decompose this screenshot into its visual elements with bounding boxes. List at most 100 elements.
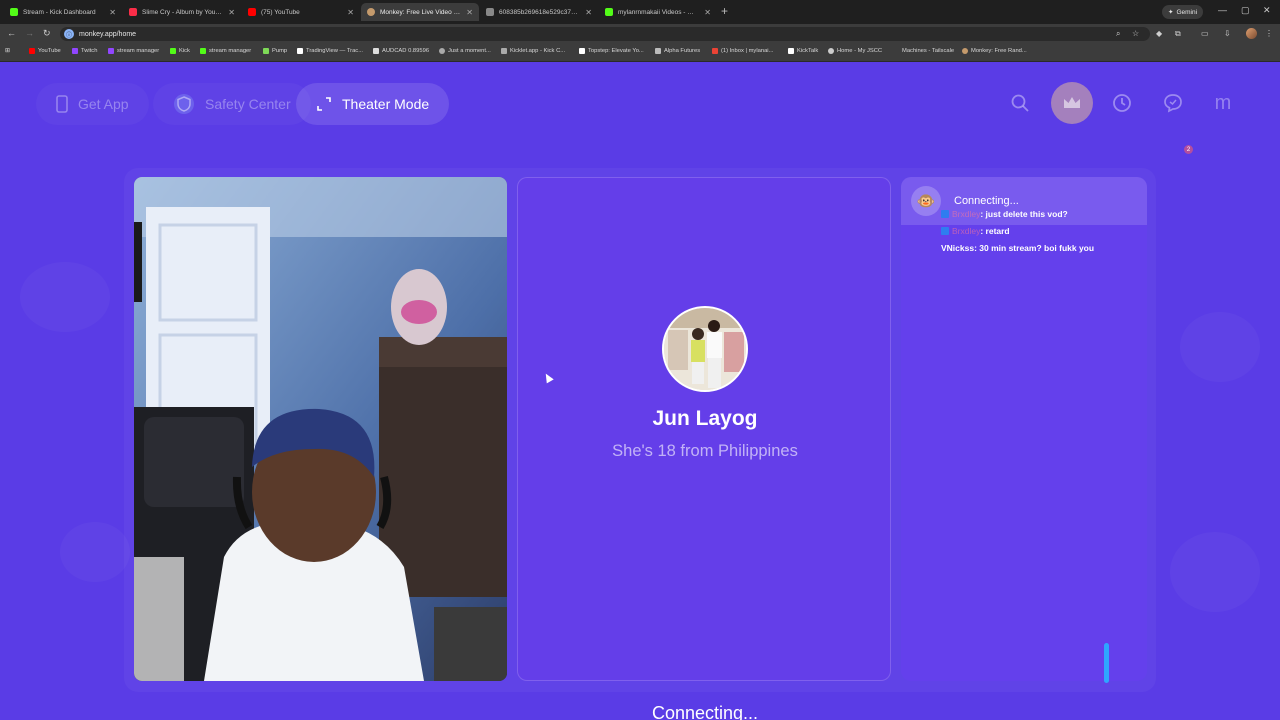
shield-icon: [173, 93, 195, 115]
bookmark-item[interactable]: TradingView — Trac...: [297, 48, 363, 54]
connection-status: Connecting...: [651, 703, 759, 720]
partner-photo-image: [664, 308, 746, 390]
bookmark-item[interactable]: Alpha Futures: [655, 48, 700, 54]
monkey-avatar-icon: 🐵: [911, 186, 941, 216]
chat-scrollbar[interactable]: [1104, 643, 1109, 683]
background-blob: [20, 262, 110, 332]
monkey-icon: [962, 48, 968, 54]
close-tab-icon[interactable]: ✕: [347, 8, 354, 17]
downloads-icon[interactable]: ⇩: [1224, 29, 1231, 38]
bookmark-item[interactable]: Machines - Tailscale: [902, 48, 954, 54]
forward-arrow-icon[interactable]: →: [25, 28, 34, 38]
twitch-icon: [72, 48, 78, 54]
chat-message: Brxdley : retard: [941, 226, 1010, 236]
youtube-icon: [29, 48, 35, 54]
kicklet-icon: [501, 48, 507, 54]
bookmark-item[interactable]: Home - My JSCC: [828, 48, 882, 54]
browser-tab-strip: Stream - Kick Dashboard ✕ Slime Cry - Al…: [0, 0, 1280, 24]
bookmark-item[interactable]: Kicklet.app - Kick C...: [501, 48, 565, 54]
kick-badge-icon: [941, 227, 949, 235]
extensions-puzzle-icon[interactable]: ⧉: [1175, 29, 1181, 39]
vip-button[interactable]: [1051, 82, 1093, 124]
url-text[interactable]: monkey.app/home: [79, 31, 136, 38]
bookmark-item[interactable]: Topstep: Elevate Yo...: [579, 48, 644, 54]
address-bar[interactable]: ⓘ monkey.app/home: [60, 27, 1150, 41]
gemini-button[interactable]: ✦ Gemini: [1162, 5, 1204, 19]
bookmark-item[interactable]: Twitch: [72, 48, 97, 54]
safety-center-button[interactable]: Safety Center: [153, 83, 311, 125]
close-tab-icon[interactable]: ✕: [466, 8, 473, 17]
maximize-window-icon[interactable]: ▢: [1241, 5, 1250, 16]
bookmark-item[interactable]: YouTube: [29, 48, 61, 54]
tab-title: Stream - Kick Dashboard: [23, 8, 96, 16]
close-tab-icon[interactable]: ✕: [109, 8, 116, 17]
globe-icon: [439, 48, 445, 54]
close-tab-icon[interactable]: ✕: [704, 8, 711, 17]
messages-button[interactable]: [1152, 82, 1194, 124]
tab-title: (75) YouTube: [261, 8, 300, 16]
history-button[interactable]: [1101, 82, 1143, 124]
reload-icon[interactable]: ↻: [43, 28, 51, 39]
bookmark-item[interactable]: Kick: [170, 48, 190, 54]
alpha-icon: [655, 48, 661, 54]
crown-icon: [1064, 97, 1080, 108]
bookmark-star-icon[interactable]: ☆: [1132, 29, 1139, 38]
close-window-icon[interactable]: ✕: [1263, 5, 1271, 16]
chat-text: : just delete this vod?: [980, 209, 1068, 219]
browser-tab[interactable]: (75) YouTube ✕: [242, 3, 360, 21]
apps-grid-icon[interactable]: ⊞: [5, 48, 10, 54]
bookmark-item[interactable]: stream manager: [200, 48, 251, 54]
browser-tab-active[interactable]: Monkey: Free Live Video Ch ✕: [361, 3, 479, 21]
browser-tab[interactable]: Slime Cry - Album by YoungBoy ✕: [123, 3, 241, 21]
partner-description: She's 18 from Philippines: [612, 442, 798, 460]
chat-text: : retard: [980, 226, 1010, 236]
close-tab-icon[interactable]: ✕: [585, 8, 592, 17]
new-tab-button[interactable]: +: [721, 4, 728, 18]
back-arrow-icon[interactable]: ←: [7, 28, 16, 38]
site-info-icon[interactable]: ⓘ: [64, 29, 74, 39]
partner-name: Jun Layog: [652, 407, 758, 430]
kick-favicon-icon: [605, 8, 613, 16]
browser-tab[interactable]: 608385b269618e529c379c92 ✕: [480, 3, 598, 21]
bookmark-item[interactable]: KickTalk: [788, 48, 818, 54]
tab-search-icon[interactable]: ▭: [1201, 29, 1209, 38]
kick-favicon-icon: [10, 8, 18, 16]
bookmark-item[interactable]: AUDCAD 0.89596: [373, 48, 429, 54]
search-button[interactable]: [999, 82, 1041, 124]
chart-icon: [373, 48, 379, 54]
minimize-window-icon[interactable]: —: [1218, 5, 1227, 15]
chat-status: Connecting...: [954, 195, 1019, 207]
kick-icon: [170, 48, 176, 54]
tab-title: 608385b269618e529c379c92: [499, 8, 580, 16]
browser-tab[interactable]: mylanrnmakaii Videos - Watch C ✕: [599, 3, 717, 21]
bookmark-item[interactable]: Just a moment...: [439, 48, 491, 54]
browser-toolbar: ← → ↻ ⓘ monkey.app/home ⌕ ☆ ◆ ⧉ ▭ ⇩ ⋮: [0, 24, 1280, 44]
tab-title: Monkey: Free Live Video Ch: [380, 8, 461, 16]
school-icon: [828, 48, 834, 54]
profile-button[interactable]: m: [1202, 82, 1244, 124]
chat-text: : 30 min stream? boi fukk you: [974, 243, 1095, 253]
theater-mode-button[interactable]: Theater Mode: [296, 83, 450, 125]
apple-music-favicon-icon: [129, 8, 137, 16]
bookmark-item[interactable]: Monkey: Free Rand...: [962, 48, 1027, 54]
monkey-page: Get App Safety Center Theater Mode 2 m J…: [0, 62, 1280, 720]
browser-tab[interactable]: Stream - Kick Dashboard ✕: [4, 3, 122, 21]
tab-title: mylanrnmakaii Videos - Watch C: [618, 8, 698, 16]
bookmark-item[interactable]: stream manager: [108, 48, 159, 54]
monkey-favicon-icon: [367, 8, 375, 16]
partner-avatar[interactable]: [662, 306, 748, 392]
pump-icon: [263, 48, 269, 54]
get-app-button[interactable]: Get App: [36, 83, 149, 125]
tab-title: Slime Cry - Album by YoungBoy: [142, 8, 223, 16]
topstep-icon: [579, 48, 585, 54]
kick-badge-icon: [941, 210, 949, 218]
extension-icon[interactable]: ◆: [1156, 29, 1162, 38]
bookmark-item[interactable]: (1) Inbox | mylanai...: [712, 48, 773, 54]
zoom-icon[interactable]: ⌕: [1116, 29, 1120, 39]
bookmark-item[interactable]: Pump: [263, 48, 287, 54]
background-blob: [60, 522, 130, 582]
menu-kebab-icon[interactable]: ⋮: [1265, 29, 1273, 38]
bookmarks-bar: ⊞ YouTube Twitch stream manager Kick str…: [0, 44, 1280, 62]
profile-avatar[interactable]: [1246, 28, 1257, 39]
close-tab-icon[interactable]: ✕: [228, 8, 235, 17]
